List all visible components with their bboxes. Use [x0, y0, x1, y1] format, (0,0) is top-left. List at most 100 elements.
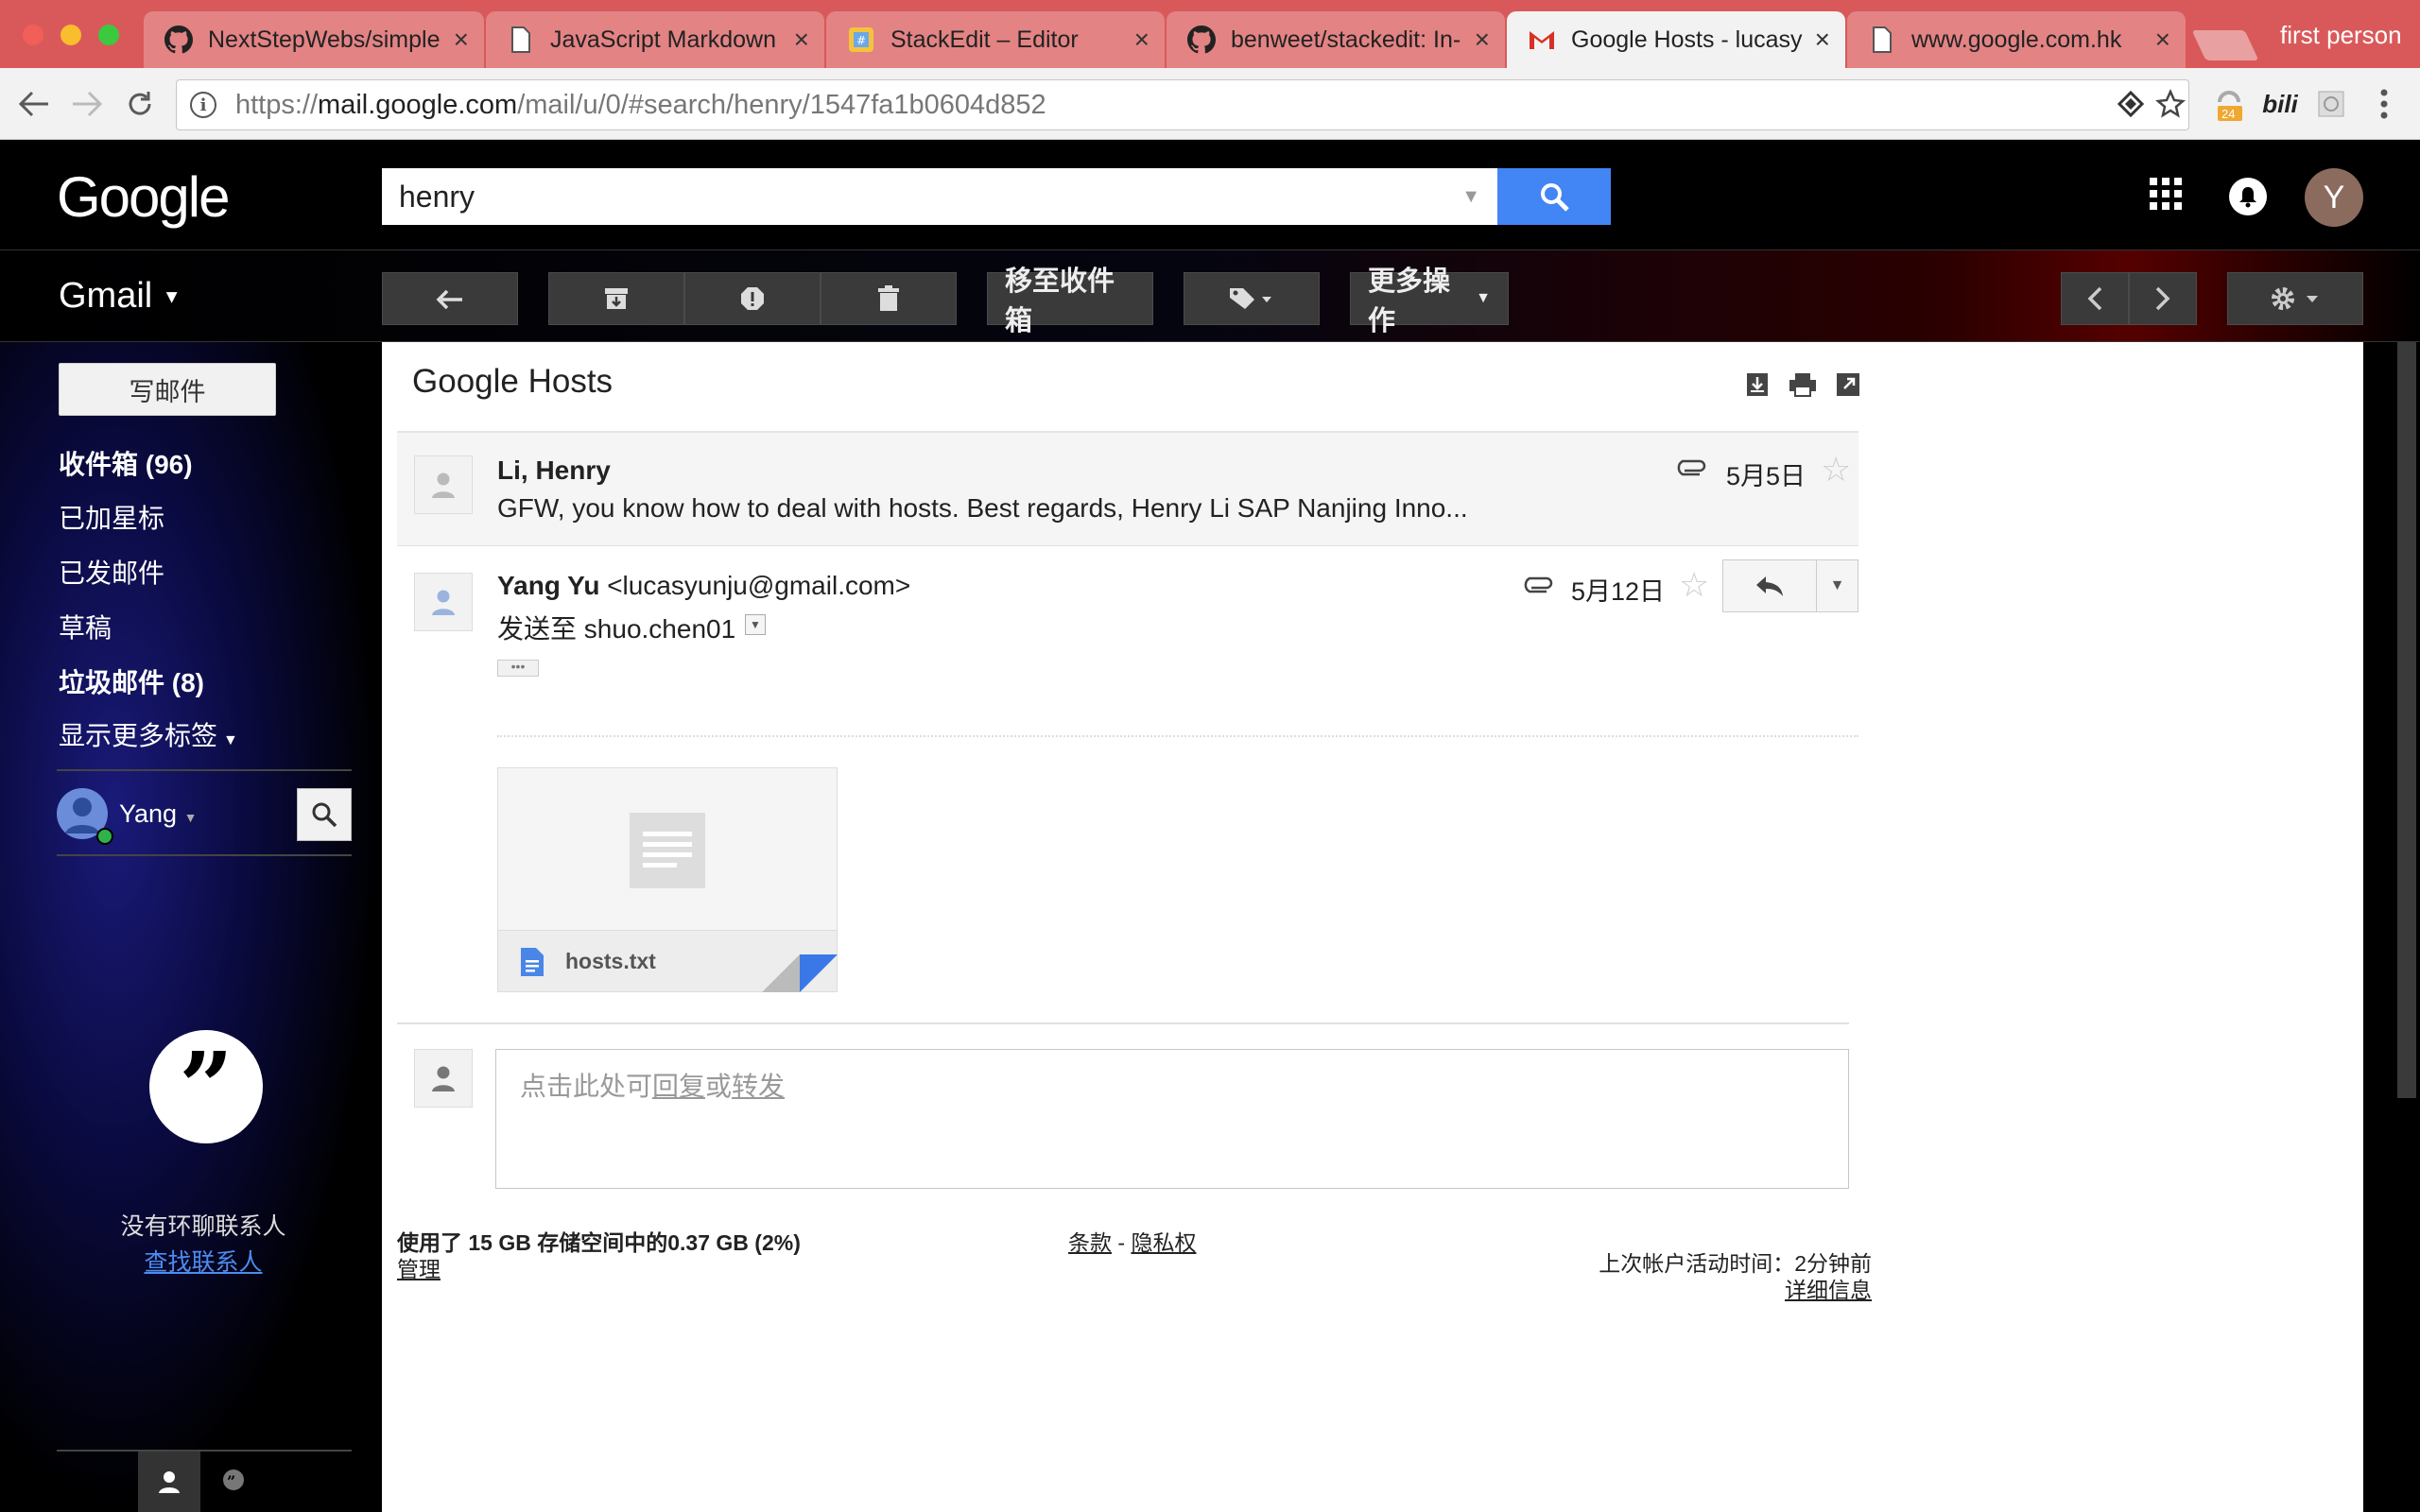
search-options-icon[interactable]: ▼: [1461, 186, 1480, 208]
archive-button[interactable]: [548, 272, 684, 325]
sidebar-item-sent[interactable]: 已发邮件: [59, 553, 164, 591]
scrollbar[interactable]: [2397, 342, 2416, 1098]
contacts-tab[interactable]: [138, 1452, 200, 1512]
message-snippet[interactable]: GFW, you know how to deal with hosts. Be…: [497, 493, 1468, 524]
hangouts-icon: ”: [223, 1469, 244, 1490]
tab-stackedit[interactable]: # StackEdit – Editor ×: [826, 11, 1165, 68]
settings-button[interactable]: [2227, 272, 2363, 325]
search-button[interactable]: [1497, 168, 1611, 225]
close-window-button[interactable]: [23, 25, 43, 45]
apps-grid-icon[interactable]: [2150, 178, 2182, 210]
url-text: https://mail.google.com/mail/u/0/#search…: [235, 89, 1046, 120]
show-trimmed-content-button[interactable]: •••: [497, 660, 539, 677]
no-contacts-text: 没有环聊联系人: [120, 1213, 286, 1240]
tab-google-hk[interactable]: www.google.com.hk ×: [1847, 11, 2186, 68]
person-icon: [159, 1471, 180, 1493]
hangouts-user-menu[interactable]: Yang ▼: [119, 799, 197, 829]
text-file-icon: [520, 947, 544, 982]
hangouts-quote-icon: ”: [149, 1030, 263, 1143]
address-bar[interactable]: i https://mail.google.com/mail/u/0/#sear…: [176, 79, 2189, 130]
google-logo[interactable]: Google: [57, 164, 230, 230]
tab-javascript-markdown[interactable]: JavaScript Markdown ×: [486, 11, 824, 68]
star-icon[interactable]: ☆: [1821, 450, 1851, 490]
forward-link[interactable]: 转发: [732, 1072, 785, 1101]
hangouts-tab[interactable]: ”: [214, 1461, 255, 1503]
older-conversation-button[interactable]: [2129, 272, 2197, 325]
maximize-window-button[interactable]: [98, 25, 119, 45]
spam-icon: [741, 287, 764, 310]
contact-search-button[interactable]: [297, 788, 352, 841]
reply-link[interactable]: 回复: [652, 1072, 705, 1101]
compose-button[interactable]: 写邮件: [59, 363, 276, 416]
terms-link[interactable]: 条款: [1068, 1230, 1112, 1255]
delete-button[interactable]: [821, 272, 957, 325]
browser-menu-icon[interactable]: [2363, 83, 2405, 125]
extension-24-icon[interactable]: 24: [2208, 83, 2250, 125]
divider: [497, 735, 1858, 737]
star-icon[interactable]: ☆: [1679, 565, 1709, 605]
privacy-link[interactable]: 隐私权: [1131, 1230, 1196, 1255]
gmail-menu[interactable]: Gmail ▼: [59, 276, 182, 317]
reload-button[interactable]: [119, 83, 161, 125]
message-sender[interactable]: Li, Henry: [497, 455, 611, 486]
tab-benweet-stackedit[interactable]: benweet/stackedit: In- ×: [1167, 11, 1505, 68]
bilibili-extension-icon[interactable]: bili: [2259, 83, 2301, 125]
github-icon: [1187, 26, 1216, 54]
attachment-name[interactable]: hosts.txt: [565, 949, 656, 974]
search-query[interactable]: henry: [382, 180, 1461, 215]
find-contacts-link[interactable]: 查找联系人: [57, 1244, 350, 1278]
newer-conversation-button[interactable]: [2061, 272, 2129, 325]
sidebar-item-starred[interactable]: 已加星标: [59, 498, 164, 536]
divider: [57, 854, 352, 856]
manage-storage-link[interactable]: 管理: [397, 1251, 441, 1283]
account-avatar[interactable]: Y: [2305, 168, 2363, 227]
person-icon: [432, 590, 455, 615]
labels-button[interactable]: [1184, 272, 1320, 325]
close-tab-icon[interactable]: ×: [454, 25, 469, 55]
bookmark-star-icon[interactable]: [2150, 83, 2191, 125]
expand-all-icon[interactable]: [1743, 370, 1772, 399]
close-tab-icon[interactable]: ×: [794, 25, 809, 55]
sidebar-item-inbox[interactable]: 收件箱 (96): [59, 444, 193, 482]
print-icon[interactable]: [1789, 370, 1817, 399]
close-tab-icon[interactable]: ×: [1475, 25, 1490, 55]
reader-icon[interactable]: [2110, 83, 2152, 125]
extension-icon[interactable]: [2310, 83, 2352, 125]
back-to-search-button[interactable]: [382, 272, 518, 325]
tab-google-hosts[interactable]: Google Hosts - lucasy ×: [1507, 11, 1845, 68]
message-collapsed[interactable]: [397, 433, 1858, 546]
my-avatar: [414, 1049, 473, 1108]
page-icon: [507, 26, 535, 54]
report-spam-button[interactable]: [684, 272, 821, 325]
terms-privacy-links: 条款 - 隐私权: [1068, 1230, 1197, 1255]
archive-icon: [605, 288, 628, 309]
reply-button[interactable]: [1722, 559, 1817, 612]
close-tab-icon[interactable]: ×: [1134, 25, 1150, 55]
profile-label[interactable]: first person: [2280, 21, 2402, 50]
more-actions-button[interactable]: 更多操作 ▼: [1350, 266, 1509, 336]
back-button[interactable]: [13, 83, 55, 125]
info-icon[interactable]: i: [190, 92, 216, 118]
divider: [57, 1450, 352, 1452]
tab-nextstepwebs[interactable]: NextStepWebs/simple ×: [144, 11, 484, 68]
sender-avatar: [414, 455, 473, 514]
reply-hint[interactable]: 点击此处可回复或转发: [520, 1066, 785, 1104]
more-reply-options-button[interactable]: ▼: [1817, 559, 1858, 612]
close-tab-icon[interactable]: ×: [1815, 25, 1830, 55]
message-sender[interactable]: Yang Yu <lucasyunju@gmail.com>: [497, 571, 910, 601]
activity-details-link[interactable]: 详细信息: [1607, 1272, 1872, 1304]
notifications-bell-icon[interactable]: [2229, 178, 2267, 215]
search-input[interactable]: henry ▼: [382, 168, 1497, 225]
sidebar-item-spam[interactable]: 垃圾邮件 (8): [59, 662, 204, 700]
new-window-icon[interactable]: [1834, 370, 1862, 399]
move-to-inbox-button[interactable]: 移至收件箱: [987, 266, 1153, 336]
svg-text:”: ”: [227, 1472, 235, 1490]
sidebar-item-more-labels[interactable]: 显示更多标签 ▼: [59, 715, 238, 753]
tab-title: NextStepWebs/simple: [208, 26, 441, 53]
minimize-window-button[interactable]: [60, 25, 81, 45]
show-details-dropdown-icon[interactable]: ▼: [745, 614, 766, 635]
close-tab-icon[interactable]: ×: [2155, 25, 2170, 55]
forward-button[interactable]: [66, 83, 108, 125]
online-status-dot: [96, 828, 113, 845]
sidebar-item-drafts[interactable]: 草稿: [59, 608, 112, 645]
